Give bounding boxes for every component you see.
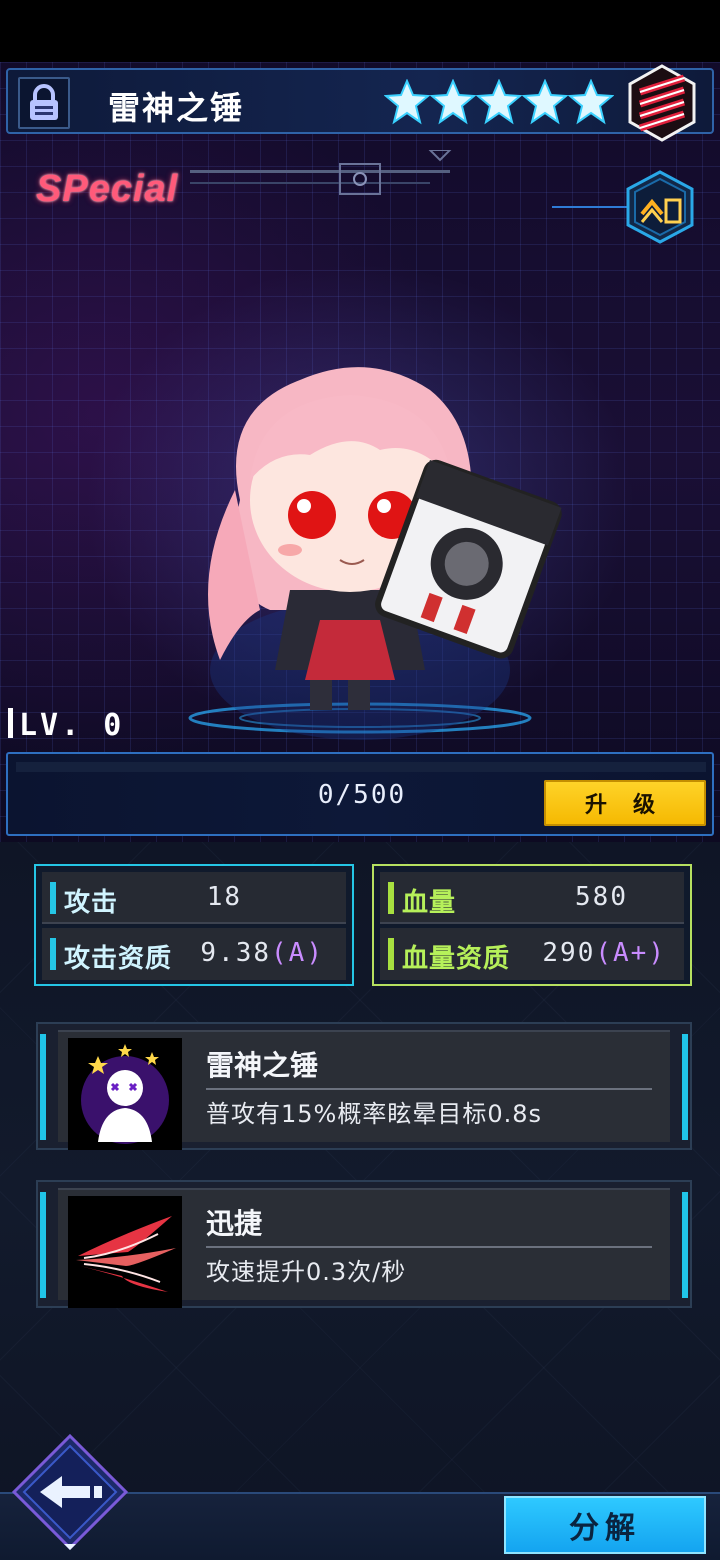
stat-marker: [388, 882, 394, 914]
advance-button[interactable]: [626, 170, 694, 244]
attack-label: 攻击: [64, 888, 119, 918]
skill-name: 雷神之锤: [206, 1049, 319, 1082]
skill-description: 普攻有15%概率眩晕目标0.8s: [206, 1100, 543, 1128]
attack-stats-panel: 攻击 18 攻击资质 9.38(A): [34, 864, 354, 986]
level-label: LV. 0: [8, 708, 124, 743]
stun-icon: [68, 1038, 182, 1150]
level-marker: [8, 708, 13, 738]
character-portrait: [188, 367, 562, 740]
status-bar: [0, 0, 720, 62]
hp-stats-panel: 血量 580 血量资质 290(A+): [372, 864, 692, 986]
star-icon: [522, 79, 568, 125]
rank-emblem-icon: [628, 64, 696, 142]
lock-button[interactable]: [18, 77, 70, 129]
attack-quality-row: 攻击资质 9.38(A): [42, 928, 346, 980]
tech-deco-lines: [190, 150, 452, 195]
star-icon: [476, 79, 522, 125]
stat-marker: [50, 938, 56, 970]
exp-progress-bar: [16, 762, 706, 772]
back-button[interactable]: [10, 1432, 130, 1552]
attack-quality-value: 9.38(A): [200, 938, 324, 968]
weapon-name: 雷神之锤: [108, 89, 245, 127]
hex-connector-line: [552, 206, 628, 208]
skill-card-body: 迅捷 攻速提升0.3次/秒: [58, 1188, 670, 1308]
stat-marker: [50, 882, 56, 914]
star-icon: [384, 79, 430, 125]
skill-divider: [206, 1088, 652, 1090]
upgrade-button[interactable]: 升 级: [544, 780, 706, 826]
hp-quality-grade: (A+): [595, 938, 666, 968]
weapon-title-bar: 雷神之锤: [6, 64, 714, 142]
hp-value: 580: [575, 882, 628, 912]
decompose-button[interactable]: 分解: [504, 1496, 706, 1554]
exp-panel: 0/500 升 级: [6, 752, 714, 836]
attack-quality-number: 9.38: [200, 938, 272, 968]
star-rating: [384, 79, 614, 125]
skill-card[interactable]: 雷神之锤 普攻有15%概率眩晕目标0.8s: [36, 1022, 692, 1150]
hp-quality-label: 血量资质: [402, 944, 511, 974]
special-rarity-logo: SPecial: [36, 168, 179, 210]
skill-name: 迅捷: [206, 1207, 263, 1240]
star-icon: [568, 79, 614, 125]
attack-quality-grade: (A): [271, 938, 324, 968]
attack-value: 18: [206, 882, 242, 912]
hp-quality-row: 血量资质 290(A+): [380, 928, 684, 980]
attack-row: 攻击 18: [42, 872, 346, 924]
skill-divider: [206, 1246, 652, 1248]
hp-label: 血量: [402, 888, 457, 918]
hp-quality-number: 290: [542, 938, 596, 968]
hp-row: 血量 580: [380, 872, 684, 924]
skill-description: 攻速提升0.3次/秒: [206, 1258, 407, 1286]
stat-marker: [388, 938, 394, 970]
level-text: LV. 0: [19, 708, 125, 743]
swift-slash-icon: [68, 1196, 182, 1308]
skill-card-body: 雷神之锤 普攻有15%概率眩晕目标0.8s: [58, 1030, 670, 1150]
skill-card[interactable]: 迅捷 攻速提升0.3次/秒: [36, 1180, 692, 1308]
attack-quality-label: 攻击资质: [64, 944, 173, 974]
hp-quality-value: 290(A+): [542, 938, 666, 968]
star-icon: [430, 79, 476, 125]
lock-icon: [30, 84, 58, 120]
